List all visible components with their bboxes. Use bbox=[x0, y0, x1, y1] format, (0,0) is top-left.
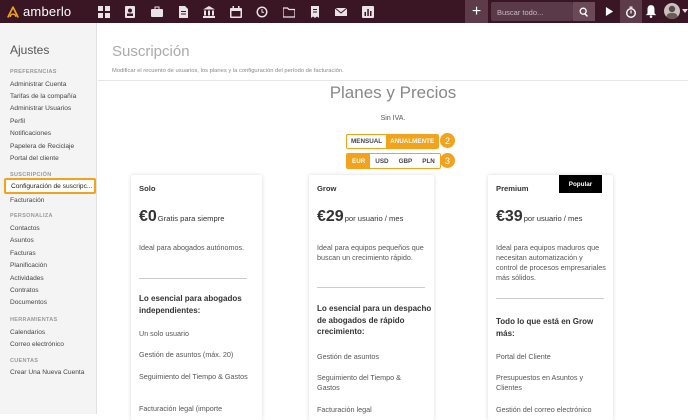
currency-option-usd[interactable]: USD bbox=[370, 154, 393, 168]
sidebar-item-actividades[interactable]: Actividades bbox=[10, 275, 44, 282]
sidebar-item-contratos[interactable]: Contratos bbox=[10, 287, 39, 294]
amberlo-logo-icon bbox=[7, 5, 19, 18]
sidebar-item-planificacion[interactable]: Planificación bbox=[10, 262, 47, 269]
sidebar-item-asuntos[interactable]: Asuntos bbox=[10, 237, 34, 244]
sidebar-item-contactos[interactable]: Contactos bbox=[10, 225, 40, 232]
plan-feature: Seguimiento del Tiempo & Gastos bbox=[139, 372, 248, 381]
plan-price: €39por usuario / mes bbox=[496, 208, 583, 225]
page-title: Suscripción bbox=[112, 43, 190, 60]
sidebar-item-documentos[interactable]: Documentos bbox=[10, 299, 47, 306]
calendar-icon[interactable] bbox=[228, 4, 243, 19]
play-timer-button[interactable] bbox=[600, 2, 619, 21]
play-icon bbox=[605, 7, 614, 16]
sidebar-item-crear-cuenta[interactable]: Crear Una Nueva Cuenta bbox=[10, 369, 84, 376]
sidebar-section-personaliza: PERSONALIZA bbox=[10, 213, 53, 219]
brand-logo[interactable]: amberlo bbox=[6, 3, 71, 20]
dashboard-icon[interactable] bbox=[96, 4, 111, 19]
plan-feature: Portal del Cliente bbox=[496, 352, 551, 361]
plan-features-title: Lo esencial para abogados independientes… bbox=[139, 294, 242, 315]
tax-note: Sin IVA. bbox=[380, 115, 406, 122]
plan-feature: Gestión de asuntos (máx. 20) bbox=[139, 350, 234, 359]
billing-option-mensual[interactable]: MENSUAL bbox=[347, 135, 386, 148]
sidebar-title: Ajustes bbox=[10, 43, 50, 57]
top-bar: amberlo + Buscar todo... bbox=[0, 0, 688, 23]
sidebar-item-facturas[interactable]: Facturas bbox=[10, 250, 36, 257]
search-input[interactable]: Buscar todo... bbox=[491, 2, 573, 21]
sidebar-item-papelera[interactable]: Papelera de Reciclaje bbox=[10, 143, 74, 150]
currency-option-pln[interactable]: PLN bbox=[417, 154, 440, 168]
sidebar-section-preferencias: PREFERENCIAS bbox=[10, 69, 57, 75]
plan-price: €0Gratis para siempre bbox=[139, 208, 225, 225]
brand-name: amberlo bbox=[23, 4, 72, 19]
plan-divider bbox=[317, 287, 425, 288]
sidebar-item-administrar-cuenta[interactable]: Administrar Cuenta bbox=[10, 81, 66, 88]
plan-description: Ideal para equipos pequeños que buscan u… bbox=[317, 243, 424, 262]
step-badge-3: 3 bbox=[440, 153, 455, 168]
plan-features-title: Lo esencial para un despacho de abogados… bbox=[317, 304, 432, 336]
plan-description: Ideal para abogados autónomos. bbox=[139, 243, 245, 252]
sidebar-item-correo[interactable]: Correo electrónico bbox=[10, 341, 64, 348]
plans-title: Planes y Precios bbox=[329, 83, 457, 102]
step-badge-2: 2 bbox=[440, 133, 455, 148]
plan-description: Ideal para equipos maduros que necesitan… bbox=[496, 243, 606, 282]
avatar[interactable] bbox=[664, 3, 680, 19]
sidebar-section-cuentas: CUENTAS bbox=[10, 358, 39, 364]
plan-name: Grow bbox=[317, 184, 337, 193]
plan-feature: Presupuestos en Asuntos y Clientes bbox=[496, 373, 584, 392]
briefcase-icon[interactable] bbox=[149, 4, 164, 19]
contacts-icon[interactable] bbox=[122, 4, 137, 19]
sidebar-item-notificaciones[interactable]: Notificaciones bbox=[10, 130, 51, 137]
plan-price: €29por usuario / mes bbox=[317, 208, 404, 225]
plan-name: Premium bbox=[496, 184, 529, 193]
header-divider bbox=[98, 80, 688, 81]
plan-feature: Facturación legal (importe bbox=[139, 404, 223, 413]
currency-toggle: EUR USD GBP PLN bbox=[346, 153, 441, 169]
billing-period-toggle: MENSUAL ANUALMENTE bbox=[346, 134, 440, 149]
currency-option-gbp[interactable]: GBP bbox=[394, 154, 418, 168]
add-new-button[interactable]: + bbox=[465, 0, 488, 23]
plan-card-solo[interactable]: Solo €0Gratis para siempre Ideal para ab… bbox=[131, 175, 262, 420]
sidebar-item-perfil[interactable]: Perfil bbox=[10, 118, 25, 125]
plus-icon: + bbox=[471, 2, 482, 20]
mail-icon[interactable] bbox=[333, 4, 348, 19]
chevron-down-icon[interactable] bbox=[682, 9, 688, 13]
clock-history-icon[interactable] bbox=[254, 4, 269, 19]
plan-feature: Seguimiento del Tiempo & Gastos bbox=[317, 373, 401, 392]
currency-option-eur[interactable]: EUR bbox=[347, 154, 371, 168]
popular-badge: Popular bbox=[559, 175, 602, 193]
sidebar-item-facturacion[interactable]: Facturación bbox=[10, 197, 44, 204]
folder-icon[interactable] bbox=[281, 4, 296, 19]
sidebar-item-calendarios[interactable]: Calendarios bbox=[10, 329, 45, 336]
sidebar-item-administrar-usuarios[interactable]: Administrar Usuarios bbox=[10, 105, 71, 112]
plan-name: Solo bbox=[139, 184, 156, 193]
bell-icon[interactable] bbox=[644, 4, 658, 18]
search-icon bbox=[579, 7, 589, 17]
search-button[interactable] bbox=[573, 2, 595, 21]
reports-icon[interactable] bbox=[360, 4, 375, 19]
plan-divider bbox=[496, 298, 604, 299]
sidebar-section-herramientas: HERRAMIENTAS bbox=[10, 317, 58, 323]
timer-button[interactable] bbox=[620, 0, 642, 23]
main-content: Suscripción Modificar el recuento de usu… bbox=[98, 23, 688, 420]
plan-features-title: Todo lo que está en Grow más: bbox=[496, 317, 594, 338]
plan-card-premium[interactable]: Premium €39por usuario / mes Ideal para … bbox=[488, 175, 613, 420]
plan-divider bbox=[139, 278, 247, 279]
settings-sidebar: Ajustes PREFERENCIAS Administrar Cuenta … bbox=[0, 23, 97, 414]
sidebar-item-portal-cliente[interactable]: Portal del cliente bbox=[10, 155, 59, 162]
stopwatch-icon bbox=[626, 6, 636, 18]
plan-feature: Un solo usuario bbox=[139, 329, 189, 338]
bank-icon[interactable] bbox=[201, 4, 216, 19]
document-icon[interactable] bbox=[175, 4, 190, 19]
plan-feature: Gestión de asuntos bbox=[317, 352, 379, 361]
invoice-icon[interactable] bbox=[307, 4, 322, 19]
sidebar-item-configuracion-suscripcion[interactable]: Configuración de suscripc... bbox=[4, 178, 96, 194]
billing-option-anualmente[interactable]: ANUALMENTE bbox=[386, 135, 439, 148]
sidebar-item-tarifas[interactable]: Tarifas de la compañía bbox=[10, 93, 76, 100]
page-subtitle: Modificar el recuento de usuarios, los p… bbox=[112, 68, 344, 74]
plan-card-grow[interactable]: Grow €29por usuario / mes Ideal para equ… bbox=[309, 175, 434, 420]
